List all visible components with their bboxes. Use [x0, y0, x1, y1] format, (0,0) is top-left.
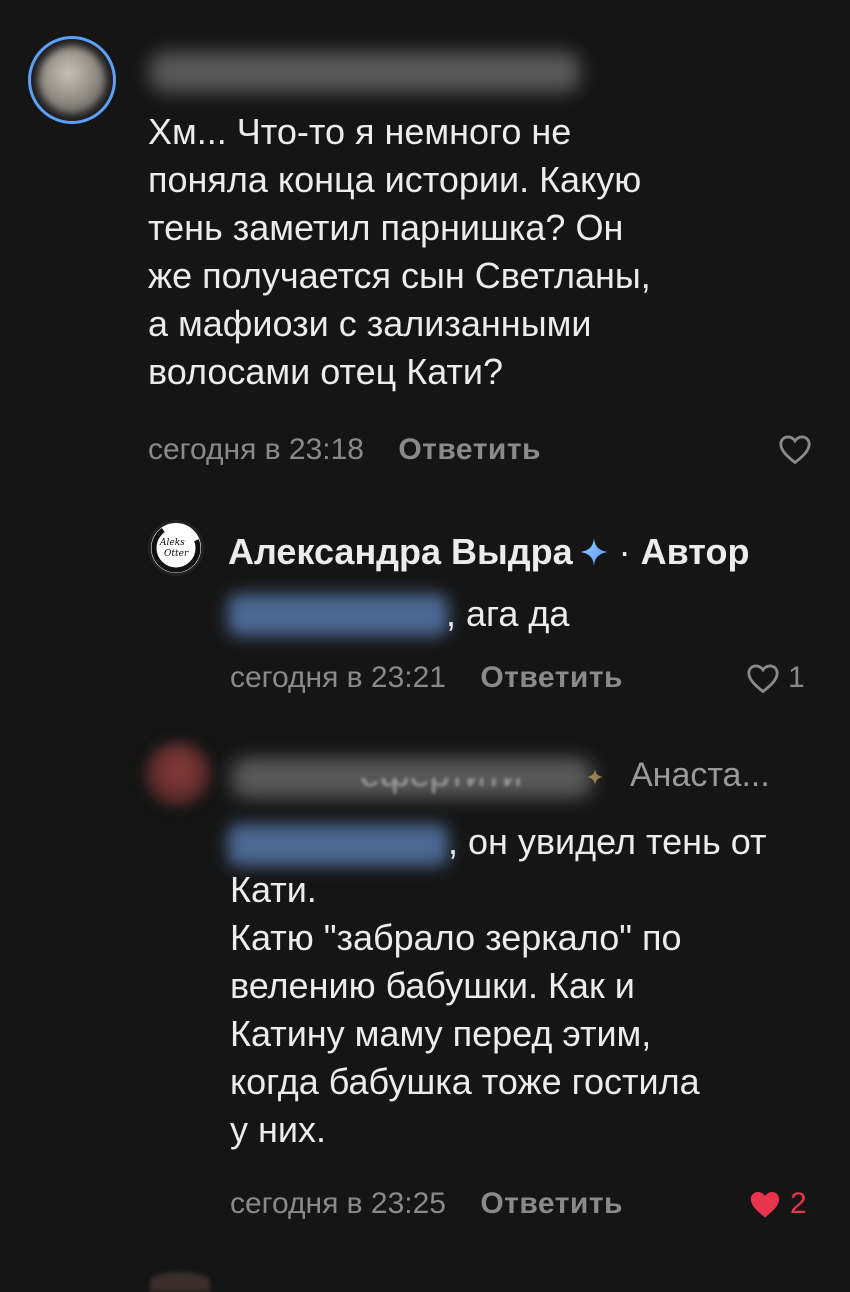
- comment-time: сегодня в 23:18: [148, 433, 364, 466]
- author-name[interactable]: Александра Выдра: [228, 531, 573, 573]
- author-header: Александра Выдра · Автор: [228, 530, 749, 574]
- mention-blurred[interactable]: [228, 594, 448, 636]
- reply-button[interactable]: Ответить: [480, 1187, 623, 1220]
- avatar[interactable]: [28, 36, 116, 124]
- reply-text: , ага да: [446, 593, 570, 634]
- like-count: 2: [790, 1187, 807, 1220]
- avatar-photo: [38, 46, 106, 114]
- commenter-name-blurred[interactable]: [150, 52, 580, 92]
- avatar[interactable]: [146, 742, 210, 806]
- comment-text: Хм... Что-то я немного не поняла конца и…: [148, 111, 651, 392]
- comment-meta: сегодня в 23:18 Ответить: [148, 432, 541, 468]
- like-heart-icon[interactable]: [746, 662, 780, 694]
- sparkle-badge-icon: [586, 768, 604, 786]
- liked-heart-icon[interactable]: [748, 1188, 782, 1220]
- commenter-name-fragment: ефертити: [360, 778, 560, 798]
- sparkle-badge-icon: [579, 538, 608, 566]
- logo-text-top: Aleks: [159, 538, 185, 548]
- badge-separator: ·: [618, 531, 631, 572]
- logo-text-bottom: Otter: [164, 549, 189, 559]
- like-count: 1: [788, 661, 805, 694]
- reply-button[interactable]: Ответить: [398, 433, 541, 466]
- author-badge: Автор: [640, 531, 750, 572]
- next-avatar-partial: [150, 1272, 210, 1292]
- reply-time: сегодня в 23:25: [230, 1187, 446, 1220]
- like-heart-icon[interactable]: [778, 433, 812, 465]
- reply-button[interactable]: Ответить: [480, 661, 623, 694]
- reply-time: сегодня в 23:21: [230, 661, 446, 694]
- reply-to-user[interactable]: Анаста...: [630, 756, 770, 795]
- author-avatar[interactable]: Aleks Otter: [148, 520, 204, 576]
- reply-meta: сегодня в 23:21 Ответить: [230, 660, 623, 696]
- reply-text: , он увидел тень от Кати. Катю "забрало …: [230, 821, 767, 1150]
- commenter-name-visible: ефертити: [360, 778, 522, 794]
- otter-logo-icon: Aleks Otter: [151, 523, 201, 573]
- reply-meta: сегодня в 23:25 Ответить: [230, 1186, 623, 1222]
